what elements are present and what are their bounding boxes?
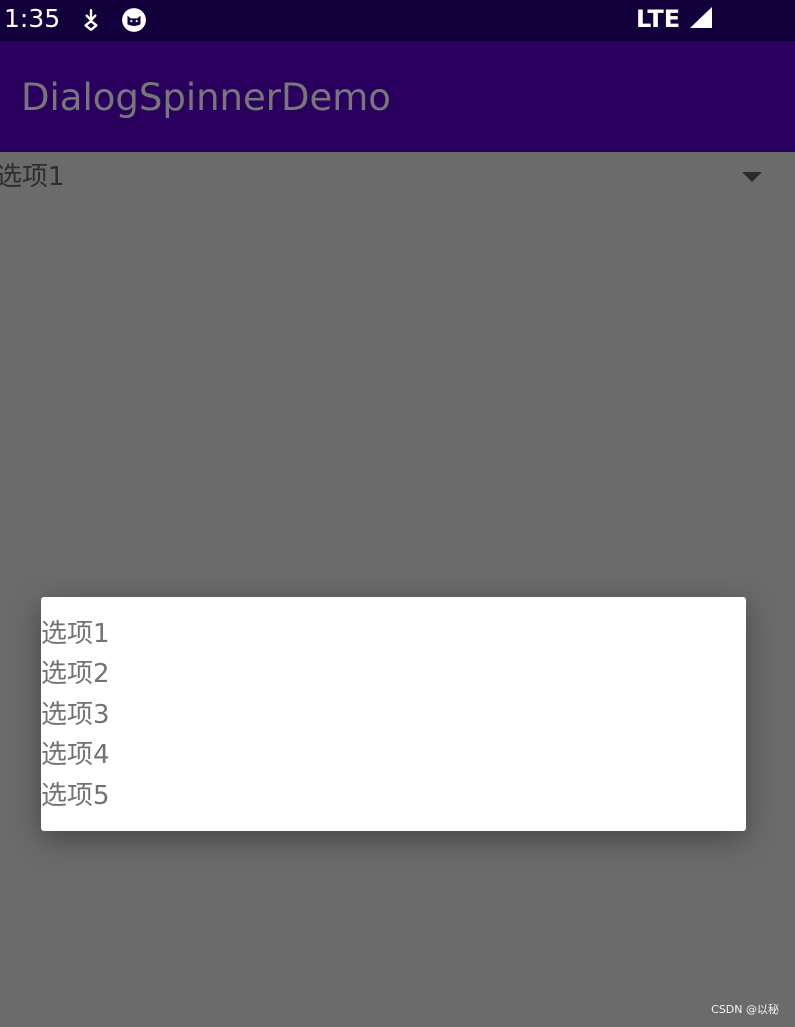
dialog-option-1[interactable]: 选项1: [41, 614, 110, 654]
status-bar: 1:35 LTE: [0, 0, 795, 41]
spinner[interactable]: 选项1: [0, 152, 795, 202]
dropdown-arrow-icon: [742, 172, 762, 182]
network-type: LTE: [636, 5, 681, 33]
dialog-option-4[interactable]: 选项4: [41, 735, 110, 775]
status-time: 1:35: [4, 4, 61, 33]
app-title: DialogSpinnerDemo: [21, 76, 391, 119]
dialog-option-3[interactable]: 选项3: [41, 695, 110, 735]
signal-icon: [690, 7, 712, 28]
spinner-dialog: 选项1 选项2 选项3 选项4 选项5: [41, 597, 746, 831]
watermark: CSDN @以秘: [711, 1003, 779, 1016]
dialog-option-5[interactable]: 选项5: [41, 776, 110, 816]
cat-icon: [122, 8, 146, 32]
app-bar: DialogSpinnerDemo: [0, 41, 795, 152]
spinner-selected-value: 选项1: [0, 162, 65, 192]
dialog-option-2[interactable]: 选项2: [41, 654, 110, 694]
download-icon: [84, 9, 98, 31]
